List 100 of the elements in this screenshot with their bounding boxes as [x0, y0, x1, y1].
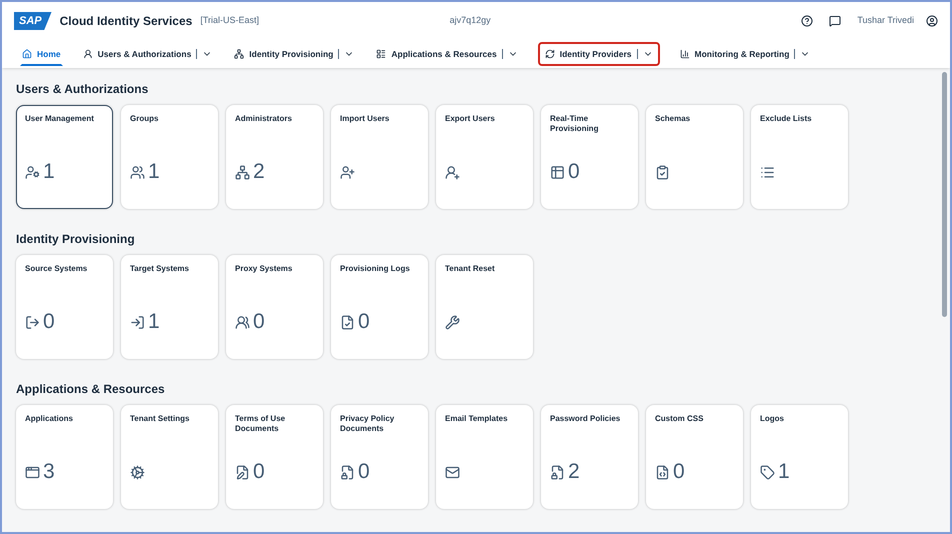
- home-icon: [22, 49, 32, 59]
- list-icon: [760, 164, 775, 180]
- nav-label: Identity Providers: [560, 48, 632, 60]
- tile-title: User Management: [25, 114, 95, 124]
- tile-title: Terms of Use Documents: [235, 414, 286, 434]
- launch-tile[interactable]: Password Policies 2: [541, 405, 638, 509]
- section-title: Users & Authorizations: [16, 81, 150, 97]
- tile-count: 2: [568, 460, 580, 484]
- nav-label: Applications & Resources: [391, 48, 497, 60]
- user-icon: [82, 49, 93, 59]
- tile-title: Applications: [25, 414, 74, 424]
- tile-title: Email Templates: [445, 414, 509, 424]
- launch-tile[interactable]: Import Users: [331, 105, 428, 209]
- launch-tile[interactable]: Terms of Use Documents 0: [226, 405, 323, 509]
- tile-title: Privacy Policy Documents: [340, 414, 396, 434]
- launch-tile[interactable]: Export Users: [436, 105, 533, 209]
- launch-tile[interactable]: Administrators 2: [226, 105, 323, 209]
- user-avatar-icon[interactable]: [926, 15, 938, 27]
- nav-tab[interactable]: Monitoring & Reporting: [678, 42, 812, 66]
- feedback-icon[interactable]: [829, 15, 842, 27]
- hierarchy-icon: [234, 49, 244, 59]
- wrench-icon: [445, 314, 460, 330]
- tile-count: 1: [148, 310, 160, 334]
- sap-logo[interactable]: SAP: [14, 12, 52, 30]
- tile-count: 0: [358, 310, 370, 334]
- launch-tile[interactable]: Schemas: [646, 105, 743, 209]
- group-icon: [130, 164, 145, 180]
- tenant-region: [Trial-US-East]: [200, 14, 259, 28]
- tile-count: 0: [253, 460, 265, 484]
- product-title: Cloud Identity Services: [60, 13, 192, 30]
- launch-tile[interactable]: Tenant Reset: [436, 255, 533, 359]
- section-title: Applications & Resources: [16, 381, 166, 397]
- launch-tile[interactable]: Groups 1: [121, 105, 218, 209]
- scrollbar-thumb[interactable]: [942, 72, 947, 317]
- tile-count: 1: [148, 160, 160, 184]
- tile-title: Exclude Lists: [760, 114, 813, 124]
- tile-count: 1: [43, 160, 55, 184]
- nav-tab[interactable]: Identity Provisioning: [232, 42, 356, 66]
- windows-icon: [25, 464, 40, 480]
- launch-tile[interactable]: Target Systems 1: [121, 255, 218, 359]
- tile-title: Export Users: [445, 114, 496, 124]
- enter-icon: [130, 314, 145, 330]
- tile-count: 0: [673, 460, 685, 484]
- launch-tile[interactable]: Custom CSS 0: [646, 405, 743, 509]
- tile-count: 0: [358, 460, 370, 484]
- nav-label: Identity Provisioning: [249, 48, 334, 60]
- tag-icon: [760, 464, 775, 480]
- tile-title: Administrators: [235, 114, 293, 124]
- launch-tile[interactable]: Applications 3: [16, 405, 113, 509]
- envelope-icon: [445, 464, 460, 480]
- launch-tile[interactable]: User Management 1: [16, 105, 113, 209]
- nav-label: Users & Authorizations: [98, 48, 192, 60]
- launch-tile[interactable]: Source Systems 0: [16, 255, 113, 359]
- document-edit-icon: [235, 464, 250, 480]
- document-lock-icon: [340, 464, 355, 480]
- tile-count: 2: [253, 160, 265, 184]
- tile-title: Real-Time Provisioning: [550, 114, 600, 134]
- user-add-icon: [340, 164, 355, 180]
- launch-tile[interactable]: Real-Time Provisioning 0: [541, 105, 638, 209]
- tile-title: Tenant Reset: [445, 264, 496, 274]
- launch-tile[interactable]: Exclude Lists: [751, 105, 848, 209]
- tile-count: 3: [43, 460, 55, 484]
- user-name[interactable]: Tushar Trivedi: [857, 14, 914, 28]
- tile-title: Password Policies: [550, 414, 622, 424]
- tile-count: 0: [43, 310, 55, 334]
- checklist-icon: [655, 164, 670, 180]
- document-check-icon: [340, 314, 355, 330]
- hierarchy-icon: [235, 164, 250, 180]
- tile-title: Target Systems: [130, 264, 190, 274]
- bar-chart-icon: [680, 49, 690, 59]
- launch-tile[interactable]: Logos 1: [751, 405, 848, 509]
- help-icon[interactable]: [801, 15, 814, 27]
- tile-count: 0: [568, 160, 580, 184]
- launch-tile[interactable]: Tenant Settings: [121, 405, 218, 509]
- nav-label: Monitoring & Reporting: [694, 48, 790, 60]
- launch-tile[interactable]: Provisioning Logs 0: [331, 255, 428, 359]
- tile-title: Logos: [760, 414, 785, 424]
- launch-tile[interactable]: Email Templates: [436, 405, 533, 509]
- tile-title: Groups: [130, 114, 160, 124]
- tile-title: Source Systems: [25, 264, 88, 274]
- tile-title: Custom CSS: [655, 414, 704, 424]
- nav-tab[interactable]: Home: [20, 42, 63, 66]
- launch-tile[interactable]: Privacy Policy Documents 0: [331, 405, 428, 509]
- exit-icon: [25, 314, 40, 330]
- tile-title: Provisioning Logs: [340, 264, 411, 274]
- tile-title: Tenant Settings: [130, 414, 190, 424]
- nav-tab[interactable]: Identity Providers: [538, 42, 660, 66]
- refresh-icon: [544, 49, 555, 59]
- launch-tile[interactable]: Proxy Systems 0: [226, 255, 323, 359]
- tile-title: Schemas: [655, 114, 692, 124]
- section-title: Identity Provisioning: [16, 231, 136, 247]
- tile-count: 0: [253, 310, 265, 334]
- document-code-icon: [655, 464, 670, 480]
- nav-tab[interactable]: Users & Authorizations: [80, 42, 214, 66]
- tenant-id: ajv7q12gy: [450, 14, 491, 28]
- nav-label: Home: [37, 48, 61, 60]
- tile-count: 1: [778, 460, 790, 484]
- document-lock-icon: [550, 464, 565, 480]
- nav-tab[interactable]: Applications & Resources: [374, 42, 520, 66]
- tile-title: Proxy Systems: [235, 264, 294, 274]
